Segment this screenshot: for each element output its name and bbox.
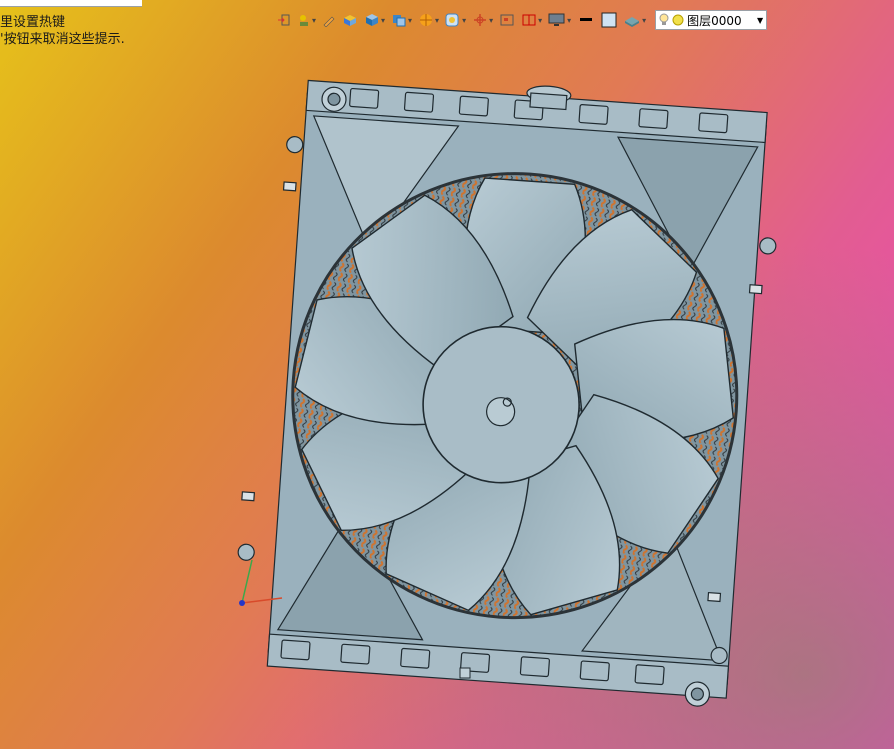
radiator-fan-model[interactable] — [0, 0, 894, 749]
